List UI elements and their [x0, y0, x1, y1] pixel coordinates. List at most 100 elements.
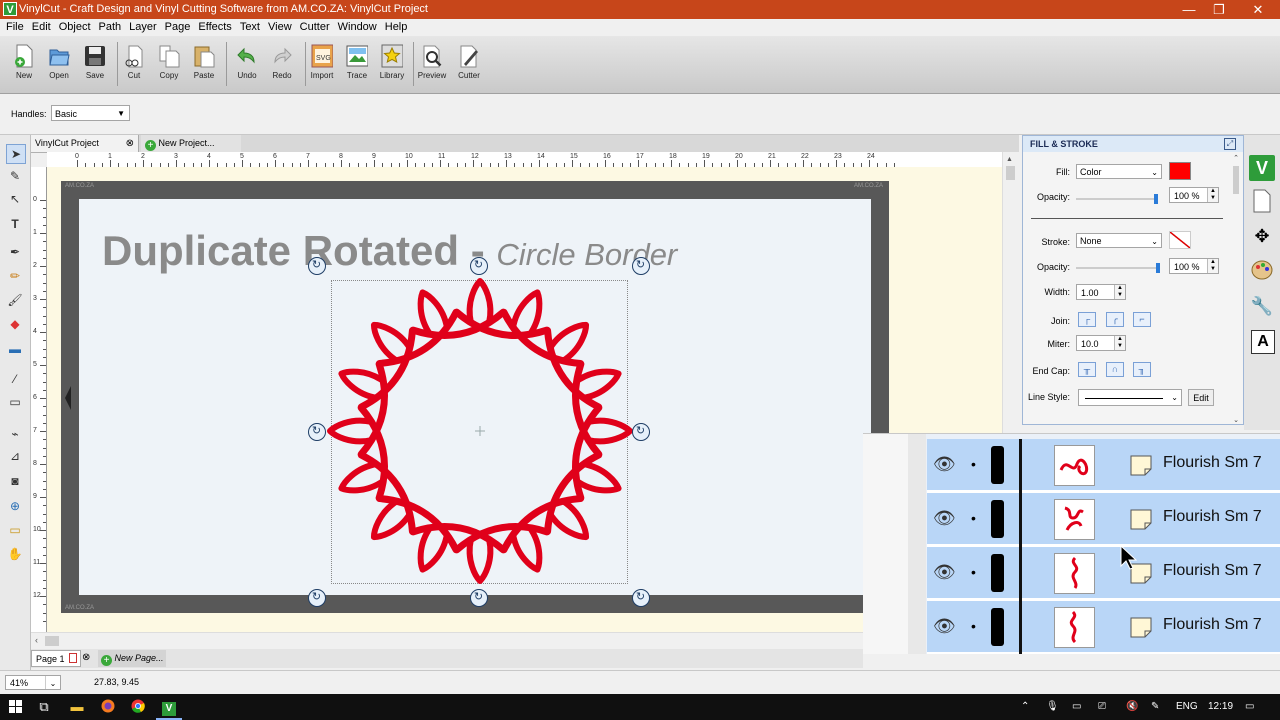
measure-tool-icon[interactable]: ⌁	[6, 425, 24, 443]
lock-dot-icon[interactable]: •	[971, 564, 976, 580]
firefox-icon[interactable]	[95, 694, 121, 720]
preview-button[interactable]: Preview	[415, 44, 449, 80]
miter-field[interactable]: 10.0 ▲ ▼	[1076, 335, 1126, 351]
spin-arrows-icon[interactable]: ▲ ▼	[1114, 336, 1125, 350]
cap-butt-icon[interactable]: ╥	[1078, 362, 1096, 377]
rotate-handle-bottom-right-icon[interactable]	[632, 589, 650, 607]
select-tool-icon[interactable]: ➤	[6, 144, 26, 164]
copy-button[interactable]: Copy	[152, 44, 186, 80]
palette-icon[interactable]	[1249, 258, 1275, 284]
edit-line-style-button[interactable]: Edit	[1188, 389, 1214, 406]
connector-tool-icon[interactable]: ⊿	[6, 447, 24, 465]
layer-row[interactable]: 👁 • Flourish Sm 7	[927, 493, 1280, 547]
scroll-left-icon[interactable]: ‹	[35, 635, 38, 645]
tray-chevron-icon[interactable]: ⌃	[1021, 694, 1029, 720]
cap-round-icon[interactable]: ∩	[1106, 362, 1124, 377]
visibility-eye-icon[interactable]: 👁	[933, 615, 957, 637]
spin-arrows-icon[interactable]: ▲ ▼	[1207, 188, 1218, 202]
input-language[interactable]: ENG	[1176, 694, 1198, 720]
scroll-up-icon[interactable]: ▲	[1006, 156, 1013, 163]
page-icon[interactable]	[1249, 189, 1275, 215]
lock-dot-icon[interactable]: •	[971, 618, 976, 634]
clock[interactable]: 12:19	[1208, 694, 1233, 720]
fill-color-swatch[interactable]	[1169, 162, 1191, 180]
join-bevel-icon[interactable]: ⌐	[1133, 312, 1151, 327]
close-icon[interactable]: ⊗	[82, 652, 90, 663]
scale-handle-right-icon[interactable]	[632, 423, 650, 441]
panel-scrollbar[interactable]: ⌃ ⌄	[1231, 154, 1241, 424]
zoom-tool-icon[interactable]: ⊕	[6, 497, 24, 515]
rotate-handle-bottom-left-icon[interactable]	[308, 589, 326, 607]
stroke-opacity-slider[interactable]	[1076, 263, 1160, 273]
line-style-select[interactable]: ⌄	[1078, 389, 1182, 406]
new-button[interactable]: New	[7, 44, 41, 80]
undo-button[interactable]: Undo	[230, 44, 264, 80]
task-view-icon[interactable]: ⧉	[31, 694, 57, 720]
node-tool-icon[interactable]: ✎	[6, 167, 24, 185]
tweak-tool-icon[interactable]: ↖	[6, 190, 24, 208]
battery-icon[interactable]: ▭	[1072, 694, 1081, 720]
maximize-button[interactable]: ❐	[1201, 0, 1237, 19]
fill-opacity-field[interactable]: 100 % ▲ ▼	[1169, 187, 1219, 203]
scale-handle-top-icon[interactable]	[470, 257, 488, 275]
microphone-icon[interactable]: 🎙	[1046, 694, 1059, 720]
scale-handle-bottom-icon[interactable]	[470, 589, 488, 607]
dropper-tool-icon[interactable]: ⁄	[6, 370, 24, 388]
scroll-thumb[interactable]	[1006, 166, 1015, 180]
network-icon[interactable]: ⎚	[1098, 694, 1106, 720]
text-aa-icon[interactable]: A	[1251, 330, 1275, 354]
spin-arrows-icon[interactable]: ▲ ▼	[1114, 285, 1125, 299]
move-arrows-icon[interactable]: ✥	[1249, 223, 1275, 249]
vinylcut-taskbar-icon[interactable]: V	[156, 694, 182, 720]
scroll-down-icon[interactable]: ⌄	[1231, 416, 1241, 424]
menu-text[interactable]: Text	[236, 19, 264, 36]
spin-arrows-icon[interactable]: ▲ ▼	[1207, 259, 1218, 273]
menu-object[interactable]: Object	[55, 19, 95, 36]
rotate-handle-top-left-icon[interactable]	[308, 257, 326, 275]
visibility-eye-icon[interactable]: 👁	[933, 507, 957, 529]
stroke-type-select[interactable]: None ⌄	[1076, 233, 1162, 248]
paste-button[interactable]: Paste	[187, 44, 221, 80]
menu-file[interactable]: File	[0, 19, 28, 36]
handles-select[interactable]: Basic ▼	[51, 105, 130, 121]
text-tool-icon[interactable]: T	[6, 215, 24, 233]
undock-icon[interactable]: ⤢	[1224, 138, 1236, 150]
brush-tool-icon[interactable]: 🖌	[6, 291, 24, 309]
save-button[interactable]: Save	[78, 44, 112, 80]
eraser-tool-icon[interactable]: ◆	[6, 315, 24, 333]
canvas-heading-text[interactable]: Duplicate Rotated - Circle Border	[102, 227, 677, 275]
menu-page[interactable]: Page	[161, 19, 195, 36]
scroll-up-icon[interactable]: ⌃	[1231, 154, 1241, 162]
scroll-thumb[interactable]	[45, 636, 59, 646]
open-button[interactable]: Open	[42, 44, 76, 80]
menu-edit[interactable]: Edit	[28, 19, 55, 36]
scroll-thumb[interactable]	[1233, 166, 1239, 194]
spiral-tool-icon[interactable]: ◙	[6, 472, 24, 490]
lock-dot-icon[interactable]: •	[971, 510, 976, 526]
volume-muted-icon[interactable]: 🔇	[1126, 694, 1138, 720]
menu-view[interactable]: View	[264, 19, 296, 36]
fill-opacity-slider[interactable]	[1076, 194, 1158, 204]
tab-new-page[interactable]: + New Page...	[98, 650, 166, 667]
pen-tool-icon[interactable]: ✒	[6, 243, 24, 261]
fill-type-select[interactable]: Color ⌄	[1076, 164, 1162, 179]
menu-window[interactable]: Window	[334, 19, 381, 36]
rectangle-tool-icon[interactable]: ▬	[6, 340, 24, 358]
tab-vinylcut-project[interactable]: VinylCut Project ⊗	[31, 135, 139, 152]
windows-start-icon[interactable]	[2, 694, 28, 720]
rotate-handle-top-right-icon[interactable]	[632, 257, 650, 275]
stroke-color-swatch[interactable]	[1169, 231, 1191, 249]
layer-row[interactable]: 👁 • Flourish Sm 7	[927, 601, 1280, 654]
visibility-eye-icon[interactable]: 👁	[933, 453, 957, 475]
join-round-icon[interactable]: ╭	[1106, 312, 1124, 327]
vinylcut-logo-icon[interactable]: V	[1249, 155, 1275, 181]
import-button[interactable]: SVG Import	[305, 44, 339, 80]
cut-button[interactable]: Cut	[117, 44, 151, 80]
stroke-width-field[interactable]: 1.00 ▲ ▼	[1076, 284, 1126, 300]
cutter-button[interactable]: Cutter	[452, 44, 486, 80]
file-explorer-icon[interactable]: ▬	[64, 694, 90, 720]
horizontal-scrollbar[interactable]: ‹	[31, 632, 863, 649]
layer-row[interactable]: 👁 • Flourish Sm 7	[927, 439, 1280, 493]
layer-row[interactable]: 👁 • Flourish Sm 7	[927, 547, 1280, 601]
gradient-tool-icon[interactable]: ▭	[6, 393, 24, 411]
